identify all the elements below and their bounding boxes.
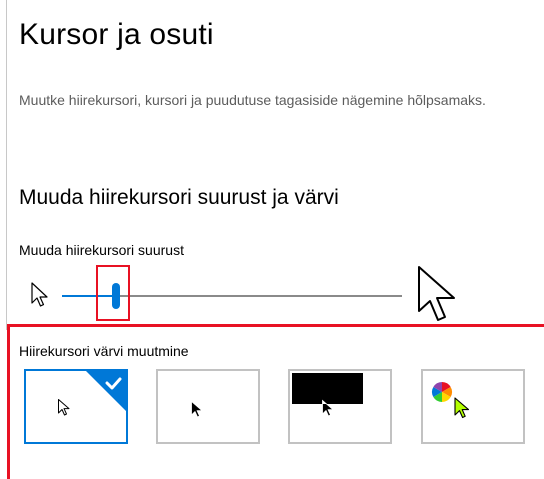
pointer-color-inverted-option[interactable] bbox=[288, 369, 392, 444]
black-pointer-icon bbox=[191, 401, 203, 418]
page-description: Muutke hiirekursori, kursori ja puudutus… bbox=[19, 92, 486, 108]
pointer-color-custom-option[interactable] bbox=[421, 369, 525, 444]
custom-color-pointer-icon bbox=[454, 397, 470, 419]
section-title-pointer: Muuda hiirekursori suurust ja värvi bbox=[19, 186, 339, 209]
selected-check-icon bbox=[86, 371, 126, 411]
inverted-pointer-icon bbox=[322, 399, 334, 417]
pointer-color-black-option[interactable] bbox=[156, 369, 260, 444]
small-pointer-icon bbox=[31, 282, 48, 307]
large-pointer-icon bbox=[418, 266, 455, 321]
pointer-color-white-option[interactable] bbox=[24, 369, 128, 444]
page-title: Kursor ja osuti bbox=[19, 18, 214, 51]
pointer-color-label: Hiirekursori värvi muutmine bbox=[19, 343, 189, 359]
pointer-size-label: Muuda hiirekursori suurust bbox=[19, 242, 184, 258]
settings-page: Kursor ja osuti Muutke hiirekursori, kur… bbox=[0, 0, 544, 479]
slider-thumb-highlight bbox=[96, 265, 130, 321]
left-divider bbox=[6, 0, 7, 330]
color-wheel-icon bbox=[432, 382, 452, 402]
white-pointer-icon bbox=[58, 399, 70, 416]
